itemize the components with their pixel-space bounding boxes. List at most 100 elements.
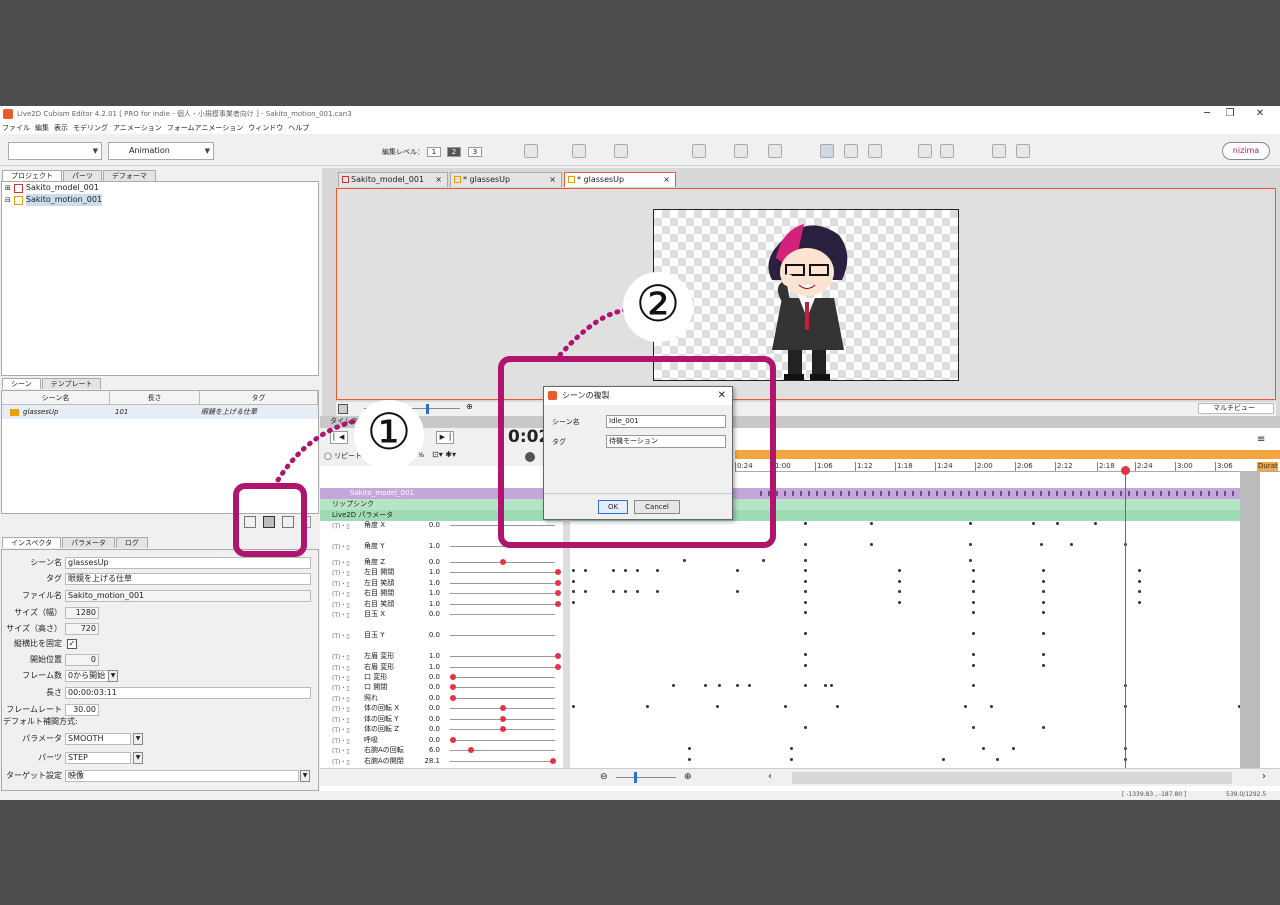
- dialog-tag-input[interactable]: 待機モーション: [606, 435, 726, 448]
- param-interp-select[interactable]: SMOOTH: [65, 733, 131, 745]
- timeline-zoom-thumb[interactable]: [634, 772, 637, 783]
- keyframe[interactable]: [748, 684, 751, 687]
- keyframe[interactable]: [736, 684, 739, 687]
- param-slider[interactable]: [450, 687, 555, 688]
- param-slider-knob[interactable]: [555, 653, 561, 659]
- param-slider[interactable]: [450, 698, 555, 699]
- keyframe[interactable]: [1042, 726, 1045, 729]
- lock-icon[interactable]: (T)・▯: [332, 704, 350, 713]
- keyframe[interactable]: [636, 590, 639, 593]
- param-row[interactable]: (T)・▯ 角度 Z 0.0: [320, 557, 570, 567]
- keyframe[interactable]: [804, 559, 807, 562]
- keyframe-area[interactable]: [572, 520, 1242, 772]
- keyframe[interactable]: [990, 705, 993, 708]
- keyframe[interactable]: [836, 705, 839, 708]
- keyframe[interactable]: [804, 601, 807, 604]
- param-value[interactable]: 28.1: [416, 756, 440, 766]
- param-slider-knob[interactable]: [555, 569, 561, 575]
- lock-icon[interactable]: (T)・▯: [332, 663, 350, 672]
- maximize-button[interactable]: ❐: [1218, 106, 1242, 122]
- lock-icon[interactable]: (T)・▯: [332, 589, 350, 598]
- param-slider-knob[interactable]: [555, 601, 561, 607]
- keyframe[interactable]: [804, 726, 807, 729]
- lock-icon[interactable]: (T)・▯: [332, 568, 350, 577]
- close-icon[interactable]: ✕: [718, 387, 726, 405]
- keyframe[interactable]: [572, 569, 575, 572]
- param-value[interactable]: 0.0: [416, 682, 440, 692]
- scroll-right-icon[interactable]: ›: [1262, 771, 1266, 782]
- param-slider-knob[interactable]: [450, 695, 456, 701]
- tool-icon[interactable]: [572, 144, 586, 158]
- tab-parts[interactable]: パーツ: [63, 170, 102, 181]
- lock-icon[interactable]: (T)・▯: [332, 683, 350, 692]
- param-row[interactable]: (T)・▯ 右腕Aの開閉 28.1: [320, 756, 570, 766]
- param-slider[interactable]: [450, 667, 555, 668]
- tool-icon[interactable]: [692, 144, 706, 158]
- keyframe[interactable]: [972, 611, 975, 614]
- keyframe[interactable]: [972, 684, 975, 687]
- keyframe[interactable]: [804, 569, 807, 572]
- keyframe[interactable]: [804, 664, 807, 667]
- keyframe[interactable]: [584, 590, 587, 593]
- param-slider[interactable]: [450, 761, 555, 762]
- keyframe[interactable]: [972, 580, 975, 583]
- param-slider[interactable]: [450, 593, 555, 594]
- param-row[interactable]: (T)・▯ 目玉 X 0.0: [320, 609, 570, 619]
- param-value[interactable]: 1.0: [416, 651, 440, 661]
- param-value[interactable]: 1.0: [416, 578, 440, 588]
- keyframe[interactable]: [1042, 580, 1045, 583]
- lock-icon[interactable]: (T)・▯: [332, 736, 350, 745]
- keyframe[interactable]: [636, 569, 639, 572]
- keyframe[interactable]: [1138, 569, 1141, 572]
- param-scrollbar[interactable]: [563, 520, 570, 770]
- menu-window[interactable]: ウィンドウ: [248, 123, 283, 133]
- ok-button[interactable]: OK: [598, 500, 628, 514]
- zoom-in-icon[interactable]: ⊕: [684, 772, 692, 782]
- keyframe[interactable]: [1042, 664, 1045, 667]
- param-slider-knob[interactable]: [468, 747, 474, 753]
- keyframe[interactable]: [804, 611, 807, 614]
- keyframe[interactable]: [1042, 569, 1045, 572]
- tab-project[interactable]: プロジェクト: [2, 170, 62, 181]
- cancel-button[interactable]: Cancel: [634, 500, 680, 514]
- keyframe[interactable]: [624, 590, 627, 593]
- tab-log[interactable]: ログ: [115, 537, 148, 548]
- keyframe[interactable]: [972, 590, 975, 593]
- menu-modeling[interactable]: モデリング: [73, 123, 108, 133]
- play-range[interactable]: [735, 450, 1280, 459]
- keyframe[interactable]: [830, 684, 833, 687]
- keyframe[interactable]: [898, 580, 901, 583]
- close-button[interactable]: ✕: [1248, 106, 1272, 122]
- param-row[interactable]: (T)・▯ 目玉 Y 0.0: [320, 630, 570, 640]
- param-value[interactable]: 1.0: [416, 567, 440, 577]
- param-slider[interactable]: [450, 656, 555, 657]
- param-row[interactable]: (T)・▯ 右目 開閉 1.0: [320, 588, 570, 598]
- edit-level-3[interactable]: 3: [468, 147, 482, 157]
- time-ruler[interactable]: 0:24 1:00 1:06 1:12 1:18 1:24 2:00 2:06 …: [735, 450, 1280, 472]
- param-value[interactable]: 0.0: [416, 724, 440, 734]
- keyframe[interactable]: [688, 758, 691, 761]
- keyframe[interactable]: [964, 705, 967, 708]
- tool-icon[interactable]: [734, 144, 748, 158]
- tool-icon[interactable]: [1016, 144, 1030, 158]
- keyframe[interactable]: [972, 653, 975, 656]
- menu-icon[interactable]: ≡: [1257, 434, 1265, 445]
- keyframe[interactable]: [972, 569, 975, 572]
- keyframe[interactable]: [790, 758, 793, 761]
- param-value[interactable]: 0.0: [416, 557, 440, 567]
- param-slider[interactable]: [450, 604, 555, 605]
- tab-deformer[interactable]: デフォーマ: [102, 170, 156, 181]
- param-slider-knob[interactable]: [555, 580, 561, 586]
- param-value[interactable]: 0.0: [416, 672, 440, 682]
- menu-edit[interactable]: 編集: [35, 123, 49, 133]
- param-value[interactable]: 0.0: [416, 703, 440, 713]
- keyframe[interactable]: [942, 758, 945, 761]
- keyframe[interactable]: [1138, 601, 1141, 604]
- keyframe[interactable]: [1042, 590, 1045, 593]
- param-value[interactable]: 1.0: [416, 541, 440, 551]
- keyframe[interactable]: [982, 747, 985, 750]
- doc-tab-glassesup-2[interactable]: * glassesUp ×: [564, 172, 676, 187]
- param-row[interactable]: (T)・▯ 照れ 0.0: [320, 693, 570, 703]
- param-row[interactable]: (T)・▯ 左眉 変形 1.0: [320, 651, 570, 661]
- lock-icon[interactable]: (T)・▯: [332, 715, 350, 724]
